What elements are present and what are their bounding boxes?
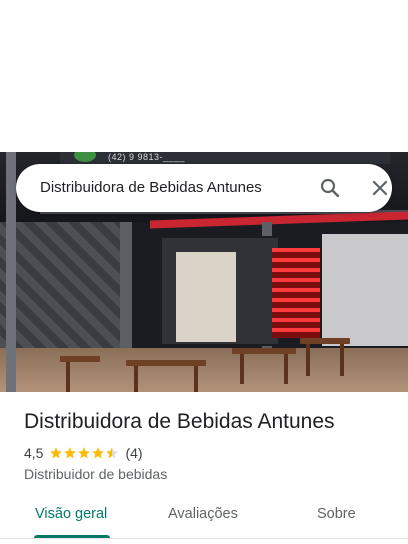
- rating-value: 4,5: [24, 445, 44, 461]
- place-category[interactable]: Distribuidor de bebidas: [24, 466, 167, 482]
- rating-row[interactable]: 4,5 (4): [24, 444, 143, 462]
- search-input[interactable]: Distribuidora de Bebidas Antunes: [40, 179, 262, 196]
- side-wall: [322, 234, 408, 346]
- table-leg: [340, 344, 344, 376]
- star-icon: [92, 447, 105, 459]
- sidewalk: [0, 348, 408, 392]
- table-leg: [194, 366, 198, 392]
- review-count[interactable]: (4): [125, 445, 142, 461]
- table-leg: [66, 362, 70, 392]
- tabs-divider: [0, 538, 408, 539]
- star-half-icon: [106, 447, 119, 459]
- drinks-shelf: [272, 248, 320, 338]
- table-leg: [306, 344, 310, 376]
- search-icon[interactable]: [318, 176, 342, 200]
- pillar: [120, 222, 132, 352]
- tab-overview[interactable]: Visão geral: [35, 506, 107, 522]
- street-pole: [6, 152, 16, 392]
- tab-about[interactable]: Sobre: [317, 506, 356, 522]
- shop-interior: [176, 252, 236, 342]
- tab-reviews[interactable]: Avaliações: [168, 506, 238, 522]
- blank-header-area: [0, 0, 408, 152]
- table-leg: [134, 366, 138, 392]
- close-icon[interactable]: [368, 176, 392, 200]
- table-leg: [240, 354, 244, 384]
- place-title: Distribuidora de Bebidas Antunes: [24, 410, 335, 433]
- rating-stars: [49, 446, 119, 460]
- search-bar[interactable]: Distribuidora de Bebidas Antunes: [16, 164, 392, 212]
- star-icon: [78, 447, 91, 459]
- sign-phone-text: (42) 9 9813-____: [108, 152, 186, 162]
- tab-bar: Visão geral Avaliações Sobre: [0, 496, 408, 544]
- star-icon: [50, 447, 63, 459]
- star-icon: [64, 447, 77, 459]
- table-leg: [284, 354, 288, 384]
